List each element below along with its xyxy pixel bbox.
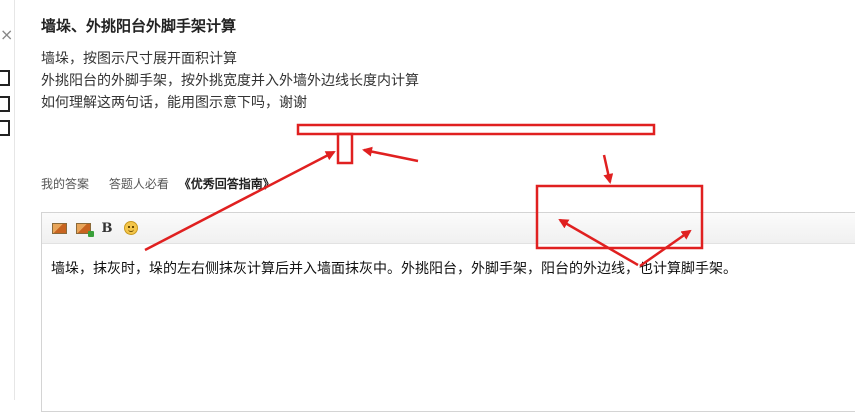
question-body: 墙垛，按图示尺寸展开面积计算 外挑阳台的外脚手架，按外挑宽度并入外墙外边线长度内… <box>41 48 821 114</box>
editor-toolbar: B <box>42 213 855 244</box>
question-title: 墙垛、外挑阳台外脚手架计算 <box>41 17 237 35</box>
answer-guide-link[interactable]: 《优秀回答指南》 <box>179 177 275 191</box>
bold-button[interactable]: B <box>98 219 116 237</box>
image-icon <box>51 222 67 234</box>
answer-editor: B 墙垛，抹灰时，垛的左右侧抹灰计算后并入墙面抹灰中。外挑阳台，外脚手架，阳台的… <box>41 212 855 412</box>
answer-text[interactable]: 墙垛，抹灰时，垛的左右侧抹灰计算后并入墙面抹灰中。外挑阳台，外脚手架，阳台的外边… <box>51 257 855 281</box>
question-line: 外挑阳台的外脚手架，按外挑宽度并入外墙外边线长度内计算 <box>41 73 419 89</box>
insert-multi-image-button[interactable] <box>74 219 94 237</box>
question-line: 如何理解这两句话，能用图示意下吗，谢谢 <box>41 95 307 111</box>
close-icon[interactable]: × <box>0 27 13 43</box>
wall-pier-drawing <box>336 132 354 165</box>
left-panel-edge: × <box>0 0 15 400</box>
side-tab-glyph <box>0 96 10 112</box>
multi-image-icon <box>75 222 94 237</box>
side-tab-glyph <box>0 120 10 136</box>
must-read-label: 答题人必看 <box>108 177 169 191</box>
side-tab-glyph <box>0 70 10 86</box>
annotation-arrow <box>362 146 419 163</box>
my-answer-label: 我的答案 <box>41 177 90 191</box>
annotation-arrow <box>602 154 614 184</box>
answer-links: 我的答案 答题人必看 《优秀回答指南》 <box>41 175 291 193</box>
emoji-button[interactable] <box>122 219 140 237</box>
question-line: 墙垛，按图示尺寸展开面积计算 <box>41 51 237 67</box>
insert-image-button[interactable] <box>50 219 68 237</box>
wall-drawing <box>296 123 656 136</box>
emoji-icon <box>124 221 138 235</box>
